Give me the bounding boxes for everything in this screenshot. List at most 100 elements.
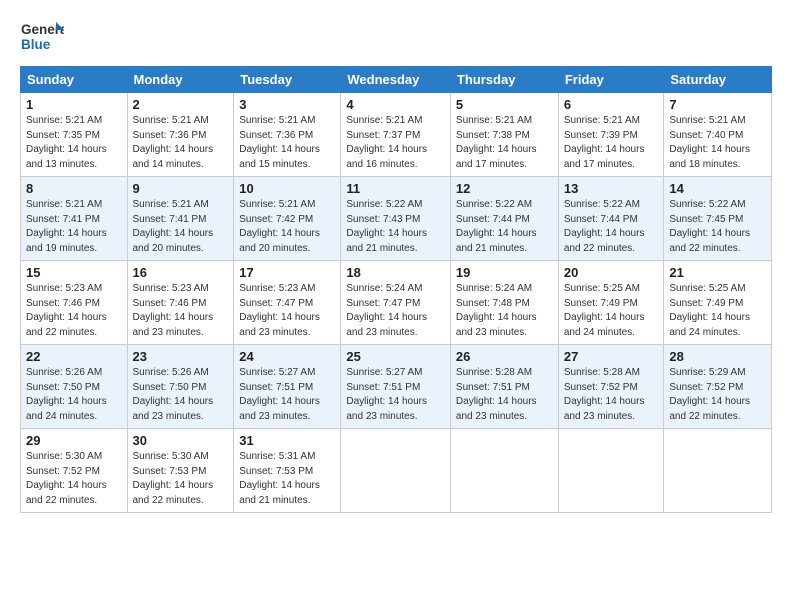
day-info: Sunrise: 5:22 AM Sunset: 7:44 PM Dayligh… [456, 198, 553, 256]
day-cell: 25 Sunrise: 5:27 AM Sunset: 7:51 PM Dayli… [341, 345, 451, 429]
day-cell: 12 Sunrise: 5:22 AM Sunset: 7:44 PM Dayli… [450, 177, 558, 261]
day-number: 30 [133, 433, 229, 448]
page: General Blue SundayMondayTuesdayWednesda… [0, 0, 792, 523]
day-cell: 30 Sunrise: 5:30 AM Sunset: 7:53 PM Dayli… [127, 429, 234, 513]
week-row: 29 Sunrise: 5:30 AM Sunset: 7:52 PM Dayli… [21, 429, 772, 513]
day-header: Monday [127, 67, 234, 93]
day-info: Sunrise: 5:26 AM Sunset: 7:50 PM Dayligh… [26, 366, 122, 424]
day-info: Sunrise: 5:21 AM Sunset: 7:41 PM Dayligh… [133, 198, 229, 256]
day-info: Sunrise: 5:24 AM Sunset: 7:48 PM Dayligh… [456, 282, 553, 340]
day-info: Sunrise: 5:24 AM Sunset: 7:47 PM Dayligh… [346, 282, 445, 340]
day-cell [341, 429, 451, 513]
day-info: Sunrise: 5:22 AM Sunset: 7:45 PM Dayligh… [669, 198, 766, 256]
day-info: Sunrise: 5:21 AM Sunset: 7:42 PM Dayligh… [239, 198, 335, 256]
day-number: 14 [669, 181, 766, 196]
day-cell [558, 429, 664, 513]
day-number: 10 [239, 181, 335, 196]
day-number: 8 [26, 181, 122, 196]
day-cell: 14 Sunrise: 5:22 AM Sunset: 7:45 PM Dayli… [664, 177, 772, 261]
day-cell: 23 Sunrise: 5:26 AM Sunset: 7:50 PM Dayli… [127, 345, 234, 429]
day-header: Wednesday [341, 67, 451, 93]
day-number: 25 [346, 349, 445, 364]
day-number: 24 [239, 349, 335, 364]
day-number: 12 [456, 181, 553, 196]
day-info: Sunrise: 5:21 AM Sunset: 7:40 PM Dayligh… [669, 114, 766, 172]
day-cell: 7 Sunrise: 5:21 AM Sunset: 7:40 PM Daylig… [664, 93, 772, 177]
day-cell: 4 Sunrise: 5:21 AM Sunset: 7:37 PM Daylig… [341, 93, 451, 177]
day-info: Sunrise: 5:30 AM Sunset: 7:53 PM Dayligh… [133, 450, 229, 508]
day-number: 26 [456, 349, 553, 364]
day-cell: 13Sunrise: 5:22 AM Sunset: 7:44 PM Dayli… [558, 177, 664, 261]
day-cell: 2Sunrise: 5:21 AM Sunset: 7:36 PM Daylig… [127, 93, 234, 177]
day-cell: 10 Sunrise: 5:21 AM Sunset: 7:42 PM Dayli… [234, 177, 341, 261]
day-cell: 3 Sunrise: 5:21 AM Sunset: 7:36 PM Daylig… [234, 93, 341, 177]
day-number: 15 [26, 265, 122, 280]
day-number: 18 [346, 265, 445, 280]
day-info: Sunrise: 5:27 AM Sunset: 7:51 PM Dayligh… [346, 366, 445, 424]
day-cell [664, 429, 772, 513]
day-number: 28 [669, 349, 766, 364]
day-number: 7 [669, 97, 766, 112]
logo-svg: General Blue [20, 16, 64, 60]
day-info: Sunrise: 5:25 AM Sunset: 7:49 PM Dayligh… [669, 282, 766, 340]
day-cell: 24 Sunrise: 5:27 AM Sunset: 7:51 PM Dayli… [234, 345, 341, 429]
header: General Blue [20, 16, 772, 60]
day-cell: 26Sunrise: 5:28 AM Sunset: 7:51 PM Dayli… [450, 345, 558, 429]
day-cell: 22Sunrise: 5:26 AM Sunset: 7:50 PM Dayli… [21, 345, 128, 429]
day-header: Tuesday [234, 67, 341, 93]
day-number: 17 [239, 265, 335, 280]
day-info: Sunrise: 5:28 AM Sunset: 7:52 PM Dayligh… [564, 366, 659, 424]
day-info: Sunrise: 5:25 AM Sunset: 7:49 PM Dayligh… [564, 282, 659, 340]
day-cell [450, 429, 558, 513]
day-cell: 27 Sunrise: 5:28 AM Sunset: 7:52 PM Dayli… [558, 345, 664, 429]
day-number: 6 [564, 97, 659, 112]
day-cell: 31 Sunrise: 5:31 AM Sunset: 7:53 PM Dayli… [234, 429, 341, 513]
day-cell: 28 Sunrise: 5:29 AM Sunset: 7:52 PM Dayli… [664, 345, 772, 429]
day-cell: 18 Sunrise: 5:24 AM Sunset: 7:47 PM Dayli… [341, 261, 451, 345]
day-info: Sunrise: 5:21 AM Sunset: 7:37 PM Dayligh… [346, 114, 445, 172]
day-cell: 20 Sunrise: 5:25 AM Sunset: 7:49 PM Dayli… [558, 261, 664, 345]
day-info: Sunrise: 5:30 AM Sunset: 7:52 PM Dayligh… [26, 450, 122, 508]
day-header: Thursday [450, 67, 558, 93]
day-cell: 6Sunrise: 5:21 AM Sunset: 7:39 PM Daylig… [558, 93, 664, 177]
day-number: 2 [133, 97, 229, 112]
day-cell: 15Sunrise: 5:23 AM Sunset: 7:46 PM Dayli… [21, 261, 128, 345]
day-info: Sunrise: 5:22 AM Sunset: 7:44 PM Dayligh… [564, 198, 659, 256]
day-header: Sunday [21, 67, 128, 93]
day-cell: 8 Sunrise: 5:21 AM Sunset: 7:41 PM Daylig… [21, 177, 128, 261]
calendar: SundayMondayTuesdayWednesdayThursdayFrid… [20, 66, 772, 513]
day-number: 3 [239, 97, 335, 112]
week-row: 1Sunrise: 5:21 AM Sunset: 7:35 PM Daylig… [21, 93, 772, 177]
day-info: Sunrise: 5:22 AM Sunset: 7:43 PM Dayligh… [346, 198, 445, 256]
day-number: 20 [564, 265, 659, 280]
day-info: Sunrise: 5:21 AM Sunset: 7:35 PM Dayligh… [26, 114, 122, 172]
week-row: 15 Sunrise: 5:23 AM Sunset: 7:46 PM Dayli… [21, 261, 772, 345]
day-cell: 29 Sunrise: 5:30 AM Sunset: 7:52 PM Dayli… [21, 429, 128, 513]
day-info: Sunrise: 5:21 AM Sunset: 7:36 PM Dayligh… [239, 114, 335, 172]
day-info: Sunrise: 5:31 AM Sunset: 7:53 PM Dayligh… [239, 450, 335, 508]
day-info: Sunrise: 5:26 AM Sunset: 7:50 PM Dayligh… [133, 366, 229, 424]
day-cell: 11 Sunrise: 5:22 AM Sunset: 7:43 PM Dayli… [341, 177, 451, 261]
day-header: Friday [558, 67, 664, 93]
svg-text:Blue: Blue [21, 37, 51, 52]
day-info: Sunrise: 5:27 AM Sunset: 7:51 PM Dayligh… [239, 366, 335, 424]
day-cell: 21Sunrise: 5:25 AM Sunset: 7:49 PM Dayli… [664, 261, 772, 345]
day-number: 23 [133, 349, 229, 364]
day-number: 11 [346, 181, 445, 196]
day-number: 4 [346, 97, 445, 112]
day-info: Sunrise: 5:23 AM Sunset: 7:46 PM Dayligh… [133, 282, 229, 340]
day-info: Sunrise: 5:29 AM Sunset: 7:52 PM Dayligh… [669, 366, 766, 424]
day-number: 29 [26, 433, 122, 448]
day-cell: 19 Sunrise: 5:24 AM Sunset: 7:48 PM Dayli… [450, 261, 558, 345]
day-number: 31 [239, 433, 335, 448]
day-info: Sunrise: 5:21 AM Sunset: 7:41 PM Dayligh… [26, 198, 122, 256]
day-cell: 17Sunrise: 5:23 AM Sunset: 7:47 PM Dayli… [234, 261, 341, 345]
day-cell: 16Sunrise: 5:23 AM Sunset: 7:46 PM Dayli… [127, 261, 234, 345]
day-cell: 9Sunrise: 5:21 AM Sunset: 7:41 PM Daylig… [127, 177, 234, 261]
day-number: 27 [564, 349, 659, 364]
day-cell: 5Sunrise: 5:21 AM Sunset: 7:38 PM Daylig… [450, 93, 558, 177]
week-row: 22Sunrise: 5:26 AM Sunset: 7:50 PM Dayli… [21, 345, 772, 429]
day-number: 19 [456, 265, 553, 280]
day-cell: 1Sunrise: 5:21 AM Sunset: 7:35 PM Daylig… [21, 93, 128, 177]
day-header: Saturday [664, 67, 772, 93]
